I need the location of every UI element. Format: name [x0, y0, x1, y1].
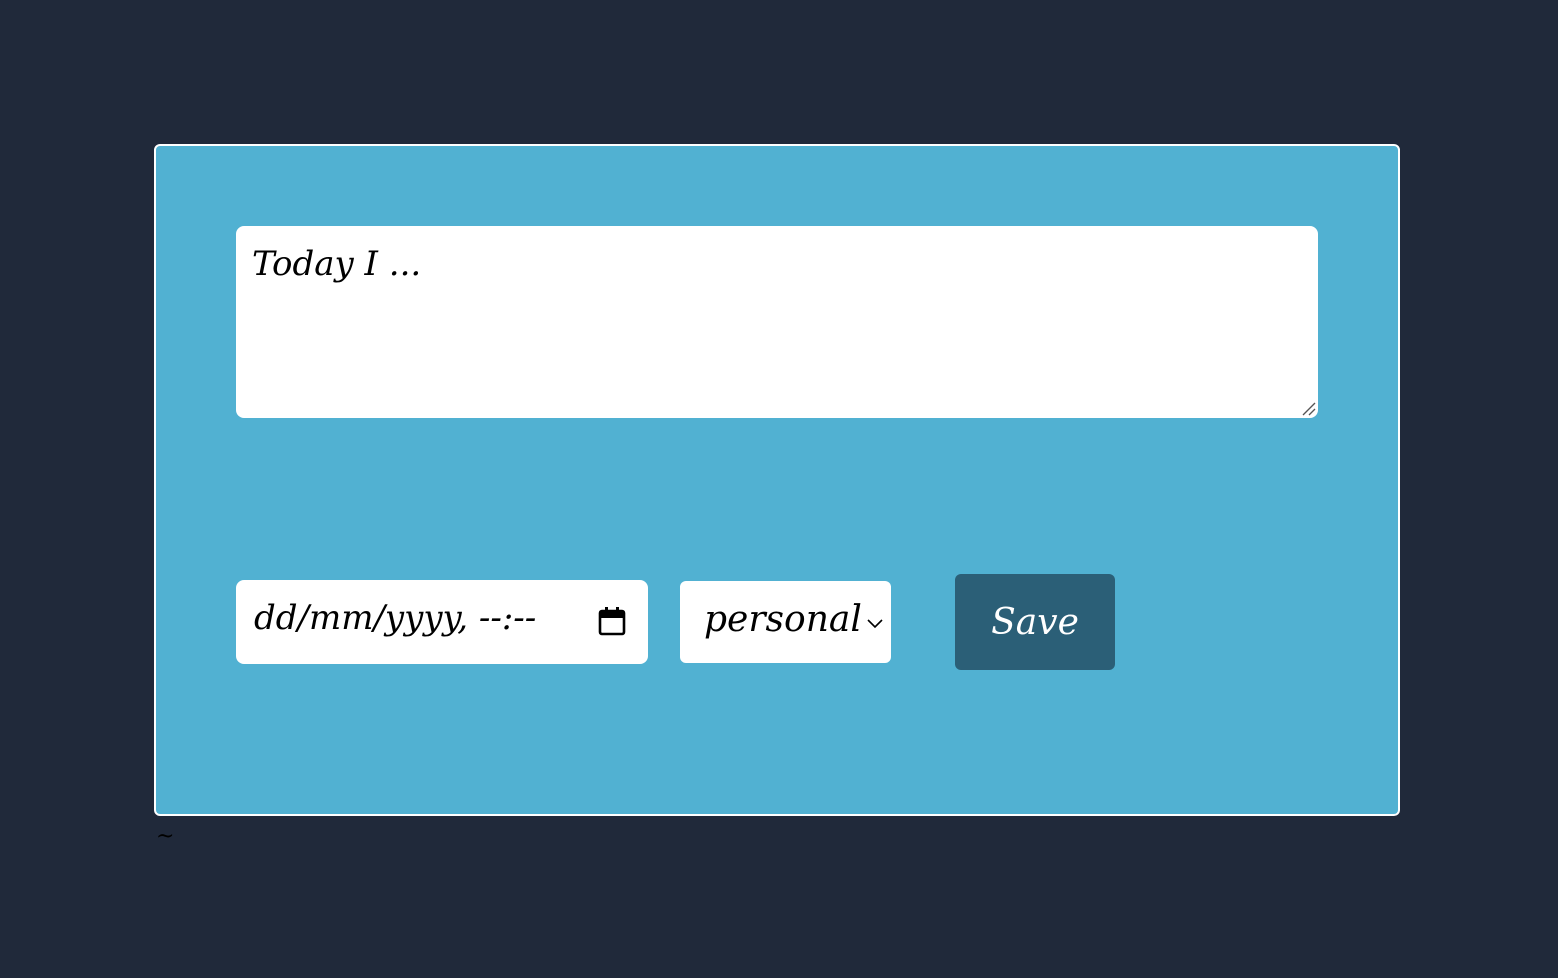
datetime-input-placeholder: dd/mm/yyyy, --:-- [254, 598, 537, 638]
calendar-icon[interactable] [598, 606, 626, 636]
footer-mark: ~ [156, 824, 175, 849]
entry-textarea[interactable]: Today I ... [236, 226, 1318, 418]
category-select[interactable]: personal [680, 581, 891, 663]
entry-textarea-placeholder: Today I ... [252, 244, 422, 284]
entry-form-panel: Today I ... dd/mm/yyyy, --:-- personal S… [154, 144, 1400, 816]
datetime-input[interactable]: dd/mm/yyyy, --:-- [236, 580, 648, 664]
category-select-value: personal [704, 599, 862, 640]
save-button[interactable]: Save [955, 574, 1115, 670]
resize-handle-icon[interactable] [1300, 400, 1316, 416]
chevron-down-icon [867, 619, 883, 629]
